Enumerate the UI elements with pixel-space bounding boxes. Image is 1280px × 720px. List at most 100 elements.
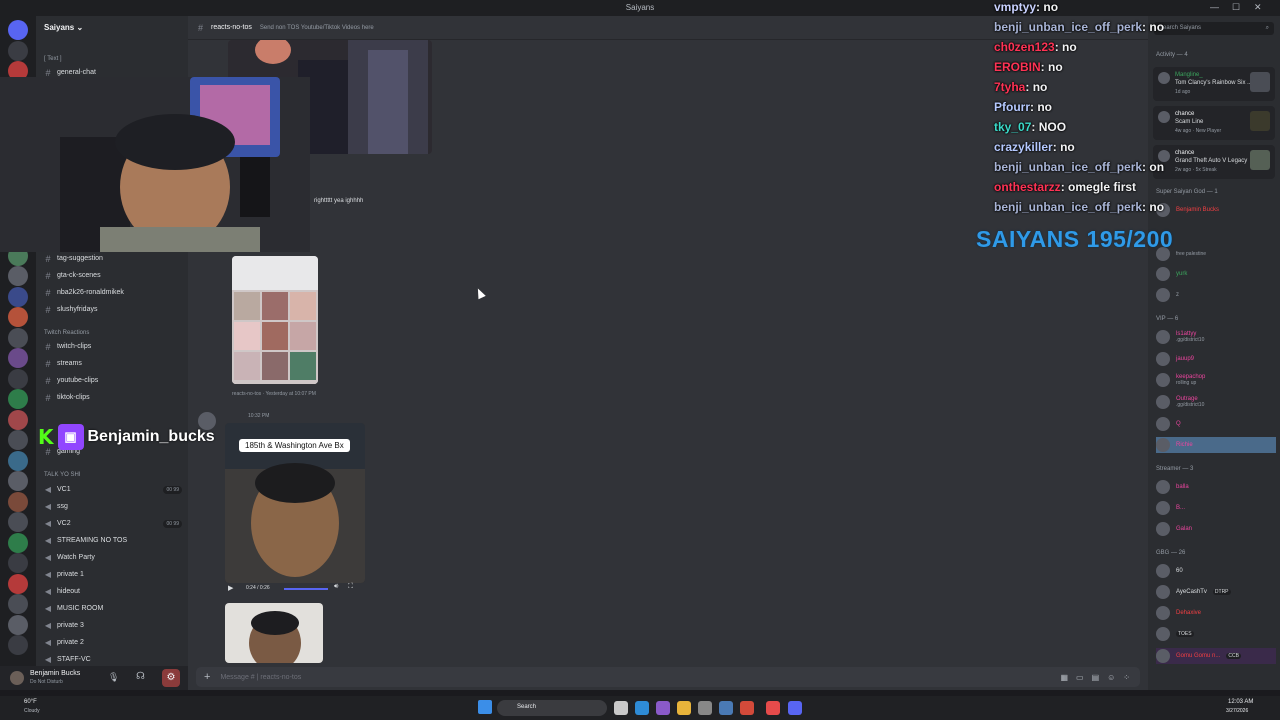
category-twitch[interactable]: Twitch Reactions	[44, 330, 89, 336]
app-icon[interactable]	[656, 701, 670, 715]
server-icon[interactable]	[8, 594, 28, 614]
server-icon[interactable]	[8, 532, 28, 553]
server-icon[interactable]	[8, 635, 28, 655]
settings-icon[interactable]	[698, 701, 712, 715]
member-item[interactable]: free palestine	[1156, 246, 1276, 262]
member-item[interactable]: B...	[1156, 500, 1276, 516]
avatar[interactable]	[10, 671, 24, 685]
member-item[interactable]: yurk	[1156, 266, 1276, 282]
voice-channel[interactable]: ◀ MUSIC ROOM	[42, 601, 182, 616]
channel-tiktok-clips[interactable]: # tiktok-clips	[42, 390, 182, 405]
member-item[interactable]: Richie	[1156, 437, 1276, 453]
steam-icon[interactable]	[719, 701, 733, 715]
channel-streams[interactable]: # streams	[42, 356, 182, 371]
message-composer[interactable]: + Message # | reacts-no-tos ▦ ▭ ▤ ☺ ⁘	[196, 667, 1140, 687]
voice-channel[interactable]: ◀ STREAMING NO TOS	[42, 533, 182, 548]
gear-icon[interactable]: ⚙	[162, 669, 180, 687]
volume-icon[interactable]: 🔊︎	[334, 583, 338, 591]
voice-channel[interactable]: ◀ STAFF-VC	[42, 652, 182, 667]
member-item[interactable]: balla	[1156, 479, 1276, 495]
server-icon[interactable]	[8, 20, 28, 40]
voice-channel[interactable]: ◀ private 3	[42, 618, 182, 633]
server-icon[interactable]	[8, 389, 28, 409]
weather-temp[interactable]: 60°F	[24, 699, 37, 705]
clock-time[interactable]: 12:03 AM	[1228, 699, 1253, 705]
fullscreen-icon[interactable]: ⛶	[348, 583, 353, 591]
server-icon[interactable]	[8, 430, 28, 450]
channel-tag-suggestion[interactable]: # tag-suggestion	[42, 251, 182, 266]
gif-icon[interactable]: ▭	[1076, 673, 1084, 682]
channel-twitch-clips[interactable]: # twitch-clips	[42, 339, 182, 354]
image-attachment[interactable]	[232, 256, 318, 384]
edge-icon[interactable]	[635, 701, 649, 715]
server-icon[interactable]	[8, 40, 28, 61]
server-icon[interactable]	[8, 409, 28, 430]
voice-channel[interactable]: ◀ VC2 00 99	[42, 516, 182, 531]
obs-icon[interactable]	[766, 701, 780, 715]
video-attachment[interactable]: 185th & Washington Ave Bx	[225, 423, 365, 583]
channel-youtube-clips[interactable]: # youtube-clips	[42, 373, 182, 388]
maximize-button[interactable]: ☐	[1232, 2, 1240, 13]
server-icon[interactable]	[8, 512, 28, 532]
play-icon[interactable]: ▶	[228, 584, 233, 592]
member-item[interactable]: ls1attyy .gg/district10	[1156, 329, 1276, 345]
sticker-icon[interactable]: ▤	[1092, 673, 1100, 682]
apps-icon[interactable]: ⁘	[1123, 673, 1130, 682]
member-item[interactable]: keepachop rolling up	[1156, 372, 1276, 388]
server-icon[interactable]	[8, 573, 28, 594]
activity-card[interactable]: Mangline_ Tom Clancy's Rainbow Six ... 1…	[1153, 67, 1275, 101]
start-icon[interactable]	[478, 700, 492, 714]
server-icon[interactable]	[8, 266, 28, 286]
server-icon[interactable]	[8, 553, 28, 573]
server-icon[interactable]	[8, 614, 28, 635]
minimize-button[interactable]: —	[1210, 2, 1219, 12]
channel-slushyfridays[interactable]: # slushyfridays	[42, 302, 182, 317]
video-progress-bar[interactable]	[284, 588, 328, 590]
voice-channel[interactable]: ◀ private 1	[42, 567, 182, 582]
video-attachment[interactable]	[225, 603, 323, 663]
voice-channel[interactable]: ◀ hideout	[42, 584, 182, 599]
voice-channel[interactable]: ◀ private 2	[42, 635, 182, 650]
channel-gta-ck-scenes[interactable]: # gta-ck-scenes	[42, 268, 182, 283]
headphones-icon[interactable]: ☊	[136, 671, 145, 682]
server-icon[interactable]	[8, 307, 28, 327]
server-icon[interactable]	[8, 286, 28, 307]
server-icon[interactable]	[8, 471, 28, 491]
member-item[interactable]: Dehaxive	[1156, 605, 1276, 621]
member-item[interactable]: 60	[1156, 563, 1276, 579]
chrome-icon[interactable]	[740, 701, 754, 715]
task-view-icon[interactable]	[614, 701, 628, 715]
channel-nba2k26[interactable]: # nba2k26-ronaldmikek	[42, 285, 182, 300]
member-item[interactable]: Galan	[1156, 521, 1276, 537]
plus-icon[interactable]: +	[204, 671, 210, 683]
member-item[interactable]: Q	[1156, 416, 1276, 432]
server-icon[interactable]	[8, 348, 28, 368]
member-item[interactable]: z	[1156, 287, 1276, 303]
close-button[interactable]: ✕	[1254, 2, 1262, 13]
voice-channel[interactable]: ◀ Watch Party	[42, 550, 182, 565]
member-item[interactable]: Gomu Gomu n... CCB	[1156, 648, 1276, 664]
server-icon[interactable]	[8, 327, 28, 348]
member-item[interactable]: Outrage .gg/district10	[1156, 394, 1276, 410]
gift-icon[interactable]: ▦	[1060, 673, 1068, 682]
category-text[interactable]: [ Text ]	[44, 56, 62, 62]
server-icon[interactable]	[8, 491, 28, 512]
server-icon[interactable]	[8, 450, 28, 471]
voice-channel[interactable]: ◀ ssg	[42, 499, 182, 514]
search-input[interactable]: Search Saiyans ⌕	[1154, 22, 1274, 35]
taskbar-search[interactable]: Search	[497, 700, 607, 716]
voice-channel[interactable]: ◀ VC1 00 99	[42, 482, 182, 497]
member-item[interactable]: jauup9	[1156, 351, 1276, 367]
discord-icon[interactable]	[788, 701, 802, 715]
activity-card[interactable]: chance Scam Line 4w ago · New Player	[1153, 106, 1275, 140]
activity-card[interactable]: chance Grand Theft Auto V Legacy 2w ago …	[1153, 145, 1275, 179]
member-item[interactable]: TOES	[1156, 626, 1276, 642]
category-talk[interactable]: TALK YO SHI	[44, 472, 80, 478]
emoji-icon[interactable]: ☺	[1107, 673, 1115, 682]
member-item[interactable]: Benjamin Bucks	[1156, 202, 1276, 218]
mic-icon[interactable]: 🎙︎	[108, 672, 119, 683]
thread-meta[interactable]: reacts-no-tos · Yesterday at 10:07 PM	[232, 391, 316, 397]
member-item[interactable]: AyeCashTv DTRP	[1156, 584, 1276, 600]
folder-icon[interactable]	[677, 701, 691, 715]
server-icon[interactable]	[8, 368, 28, 389]
